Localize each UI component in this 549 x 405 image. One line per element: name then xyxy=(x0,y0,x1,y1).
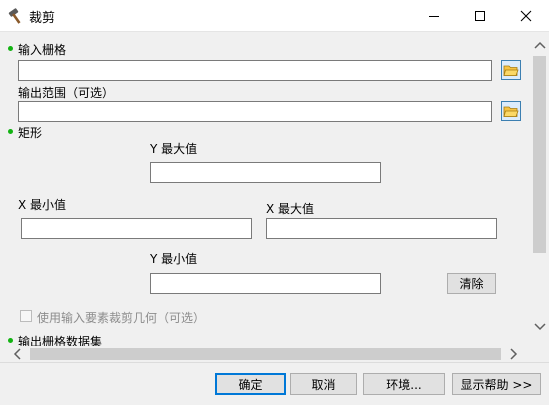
required-bullet-icon xyxy=(8,129,13,134)
x-max-label: X 最大值 xyxy=(266,202,315,216)
horizontal-scrollbar[interactable] xyxy=(0,346,531,361)
x-min-field[interactable] xyxy=(21,218,252,239)
parameters-panel: 输入栅格 输出范围（可选） 矩形 Y 最大值 X 最小值 X 最大值 Y 最小值… xyxy=(0,33,549,361)
horizontal-scroll-thumb[interactable] xyxy=(30,348,501,360)
output-extent-browse-button[interactable] xyxy=(501,101,521,121)
output-extent-label: 输出范围（可选） xyxy=(18,86,115,100)
cancel-button[interactable]: 取消 xyxy=(290,373,357,395)
y-min-field[interactable] xyxy=(150,273,381,294)
open-folder-icon xyxy=(503,65,519,76)
required-bullet-icon xyxy=(8,338,13,343)
vertical-scrollbar[interactable] xyxy=(531,33,548,346)
y-min-label: Y 最小值 xyxy=(150,252,198,266)
hammer-icon xyxy=(7,7,25,25)
scroll-left-arrow-icon[interactable] xyxy=(8,346,25,361)
vertical-scroll-thumb[interactable] xyxy=(533,56,546,253)
input-raster-label: 输入栅格 xyxy=(18,43,67,57)
input-raster-browse-button[interactable] xyxy=(501,60,521,80)
required-bullet-icon xyxy=(8,46,13,51)
maximize-button[interactable] xyxy=(457,0,503,32)
dialog-footer: 确定 取消 环境... 显示帮助 >> xyxy=(0,362,549,405)
minimize-button[interactable] xyxy=(411,0,457,32)
close-button[interactable] xyxy=(503,0,549,32)
y-max-label: Y 最大值 xyxy=(150,142,198,156)
scroll-down-arrow-icon[interactable] xyxy=(532,318,547,335)
use-features-checkbox[interactable] xyxy=(20,310,32,322)
show-help-button[interactable]: 显示帮助 >> xyxy=(452,373,541,395)
ok-button[interactable]: 确定 xyxy=(215,373,286,395)
y-max-field[interactable] xyxy=(150,162,381,183)
window-title: 裁剪 xyxy=(29,11,56,26)
x-max-field[interactable] xyxy=(266,218,497,239)
scroll-up-arrow-icon[interactable] xyxy=(532,36,547,53)
environments-button[interactable]: 环境... xyxy=(363,373,445,395)
use-features-label: 使用输入要素裁剪几何（可选） xyxy=(37,311,206,325)
open-folder-icon xyxy=(503,106,519,117)
x-min-label: X 最小值 xyxy=(18,198,67,212)
input-raster-field[interactable] xyxy=(18,60,492,81)
rectangle-label: 矩形 xyxy=(18,126,43,140)
title-bar: 裁剪 xyxy=(0,0,549,32)
scroll-right-arrow-icon[interactable] xyxy=(505,346,522,361)
clear-button[interactable]: 清除 xyxy=(447,273,496,294)
output-extent-field[interactable] xyxy=(18,101,492,122)
